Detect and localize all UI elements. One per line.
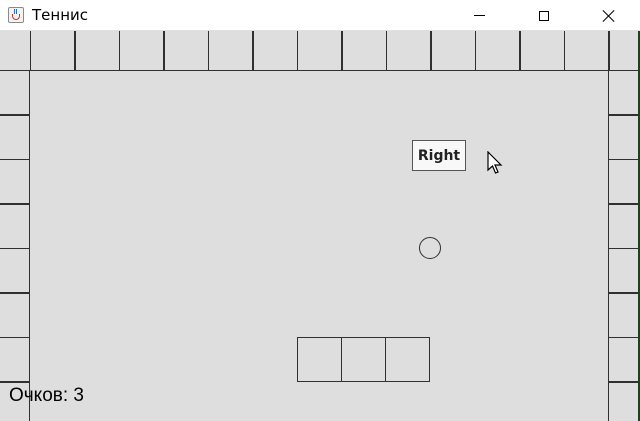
wall-brick xyxy=(608,382,640,421)
wall-brick xyxy=(75,31,120,71)
wall-brick xyxy=(609,31,640,71)
java-icon xyxy=(8,7,24,23)
wall-brick xyxy=(208,31,253,71)
wall-brick xyxy=(0,204,30,249)
minimize-icon xyxy=(473,15,485,16)
wall-brick xyxy=(0,115,30,160)
title-bar: Теннис xyxy=(0,0,640,31)
wall-brick xyxy=(520,31,565,71)
wall-brick xyxy=(253,31,298,71)
wall-brick xyxy=(342,31,387,71)
wall-brick xyxy=(608,115,640,160)
wall-brick xyxy=(164,31,209,71)
key-indicator: Right xyxy=(412,140,466,171)
wall-brick xyxy=(0,248,30,293)
minimize-button[interactable] xyxy=(456,0,502,31)
maximize-button[interactable] xyxy=(521,0,567,31)
maximize-icon xyxy=(539,10,549,21)
wall-brick xyxy=(0,159,30,204)
game-court: Right Очков: 3 xyxy=(0,31,640,421)
wall-brick xyxy=(119,31,164,71)
wall-brick xyxy=(386,31,431,71)
wall-brick xyxy=(608,204,640,249)
wall-brick xyxy=(608,337,640,382)
cup-glyph xyxy=(12,14,20,20)
wall-brick xyxy=(0,31,31,71)
wall-brick xyxy=(0,337,30,382)
wall-brick xyxy=(431,31,476,71)
close-icon xyxy=(602,9,616,23)
paddle-segment xyxy=(385,337,430,382)
close-button[interactable] xyxy=(586,0,632,31)
wall-brick xyxy=(0,293,30,338)
wall-brick xyxy=(608,248,640,293)
wall-brick xyxy=(30,31,75,71)
wall-brick xyxy=(608,159,640,204)
wall-brick xyxy=(608,293,640,338)
mouse-cursor-icon xyxy=(487,151,503,174)
wall-brick xyxy=(297,31,342,71)
ball xyxy=(419,237,441,259)
paddle xyxy=(297,337,430,382)
score-label: Очков: 3 xyxy=(9,385,84,406)
wall-brick xyxy=(564,31,609,71)
wall-brick xyxy=(0,70,30,115)
paddle-segment xyxy=(297,337,342,382)
wall-brick xyxy=(608,70,640,115)
paddle-segment xyxy=(341,337,386,382)
window-title: Теннис xyxy=(32,6,89,24)
wall-brick xyxy=(475,31,520,71)
